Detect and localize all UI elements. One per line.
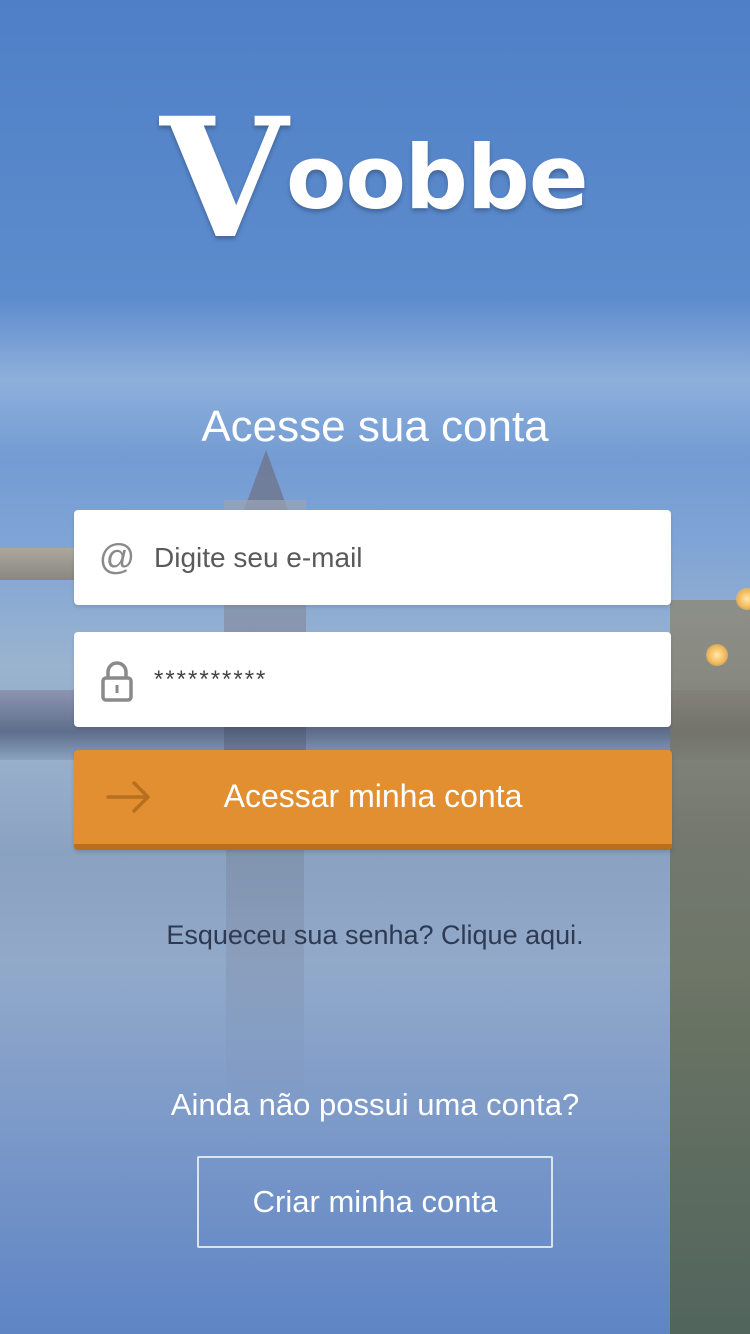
email-field[interactable]: @ [74, 510, 671, 605]
voobbe-logo: V oobbe [160, 96, 590, 261]
river-bank [670, 600, 750, 1334]
create-account-button[interactable]: Criar minha conta [197, 1156, 553, 1248]
street-lamp [706, 644, 728, 666]
login-button[interactable]: Acessar minha conta [74, 750, 672, 850]
password-field[interactable] [74, 632, 671, 727]
at-icon: @ [98, 536, 136, 577]
email-input[interactable] [154, 510, 654, 605]
lock-icon [98, 660, 136, 702]
login-button-label: Acessar minha conta [223, 778, 523, 814]
page-title: Acesse sua conta [201, 402, 549, 451]
password-input[interactable] [154, 632, 654, 727]
bridge-span [0, 548, 78, 580]
signup-prompt: Ainda não possui uma conta? [170, 1087, 580, 1122]
create-account-label: Criar minha conta [252, 1184, 498, 1219]
logo-wordmark: oobbe [286, 126, 589, 229]
forgot-password-link[interactable]: Esqueceu sua senha? Clique aqui. [0, 920, 750, 951]
logo-v-letter: V [160, 81, 289, 275]
